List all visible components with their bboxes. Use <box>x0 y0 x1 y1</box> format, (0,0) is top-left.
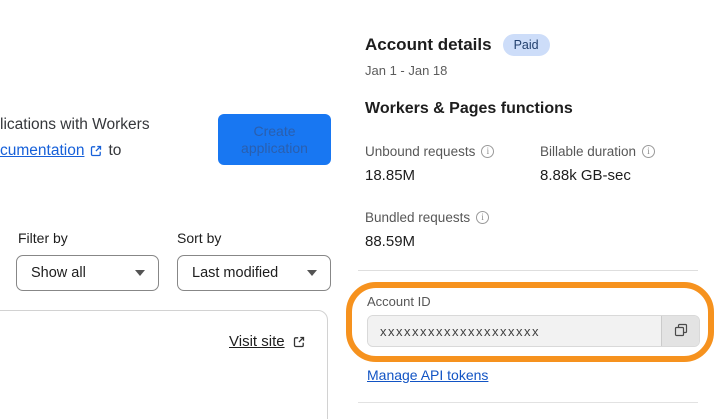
filter-dropdown[interactable]: Show all <box>16 255 159 291</box>
intro-text-line2: cumentation to <box>0 142 121 160</box>
stat-label: Unbound requests <box>365 144 476 159</box>
copy-icon <box>673 322 689 341</box>
chevron-down-icon <box>307 270 317 276</box>
external-link-icon <box>89 144 103 158</box>
account-id-field-group <box>367 315 700 347</box>
filter-dropdown-value: Show all <box>31 265 86 281</box>
intro-text-suffix: to <box>108 142 122 159</box>
stat-label: Bundled requests <box>365 210 471 225</box>
account-details-header: Account details Paid <box>365 34 550 56</box>
sort-dropdown[interactable]: Last modified <box>177 255 331 291</box>
info-icon[interactable] <box>642 145 656 158</box>
documentation-link[interactable]: cumentation <box>0 142 84 160</box>
stat-value: 18.85M <box>365 167 416 184</box>
divider <box>358 270 698 271</box>
create-application-button[interactable]: Create application <box>218 114 331 165</box>
intro-text-line1: lications with Workers <box>0 116 150 133</box>
chevron-down-icon <box>135 270 145 276</box>
account-id-label: Account ID <box>367 294 431 309</box>
stat-unbound-requests: Unbound requests 18.85M <box>365 144 495 184</box>
functions-section-title: Workers & Pages functions <box>365 100 573 117</box>
visit-site-link[interactable]: Visit site <box>229 333 306 350</box>
stat-value: 8.88k GB-sec <box>540 167 631 184</box>
copy-button[interactable] <box>661 316 699 346</box>
date-range: Jan 1 - Jan 18 <box>365 63 448 78</box>
project-card <box>0 310 328 419</box>
sort-by-label: Sort by <box>177 230 222 246</box>
divider <box>358 402 698 403</box>
paid-plan-badge: Paid <box>502 34 550 56</box>
stat-label: Billable duration <box>540 144 637 159</box>
workers-pages-dashboard: lications with Workers cumentation to Cr… <box>0 0 718 419</box>
manage-api-tokens-link[interactable]: Manage API tokens <box>367 367 488 383</box>
stat-billable-duration: Billable duration 8.88k GB-sec <box>540 144 656 184</box>
stat-bundled-requests: Bundled requests 88.59M <box>365 210 490 250</box>
stat-value: 88.59M <box>365 233 416 250</box>
sort-dropdown-value: Last modified <box>192 265 279 281</box>
filter-by-label: Filter by <box>18 230 68 246</box>
info-icon[interactable] <box>476 211 490 224</box>
external-link-icon <box>292 335 306 349</box>
account-details-title: Account details <box>365 35 492 54</box>
account-id-input[interactable] <box>368 316 661 346</box>
visit-site-label: Visit site <box>229 333 285 350</box>
info-icon[interactable] <box>481 145 495 158</box>
